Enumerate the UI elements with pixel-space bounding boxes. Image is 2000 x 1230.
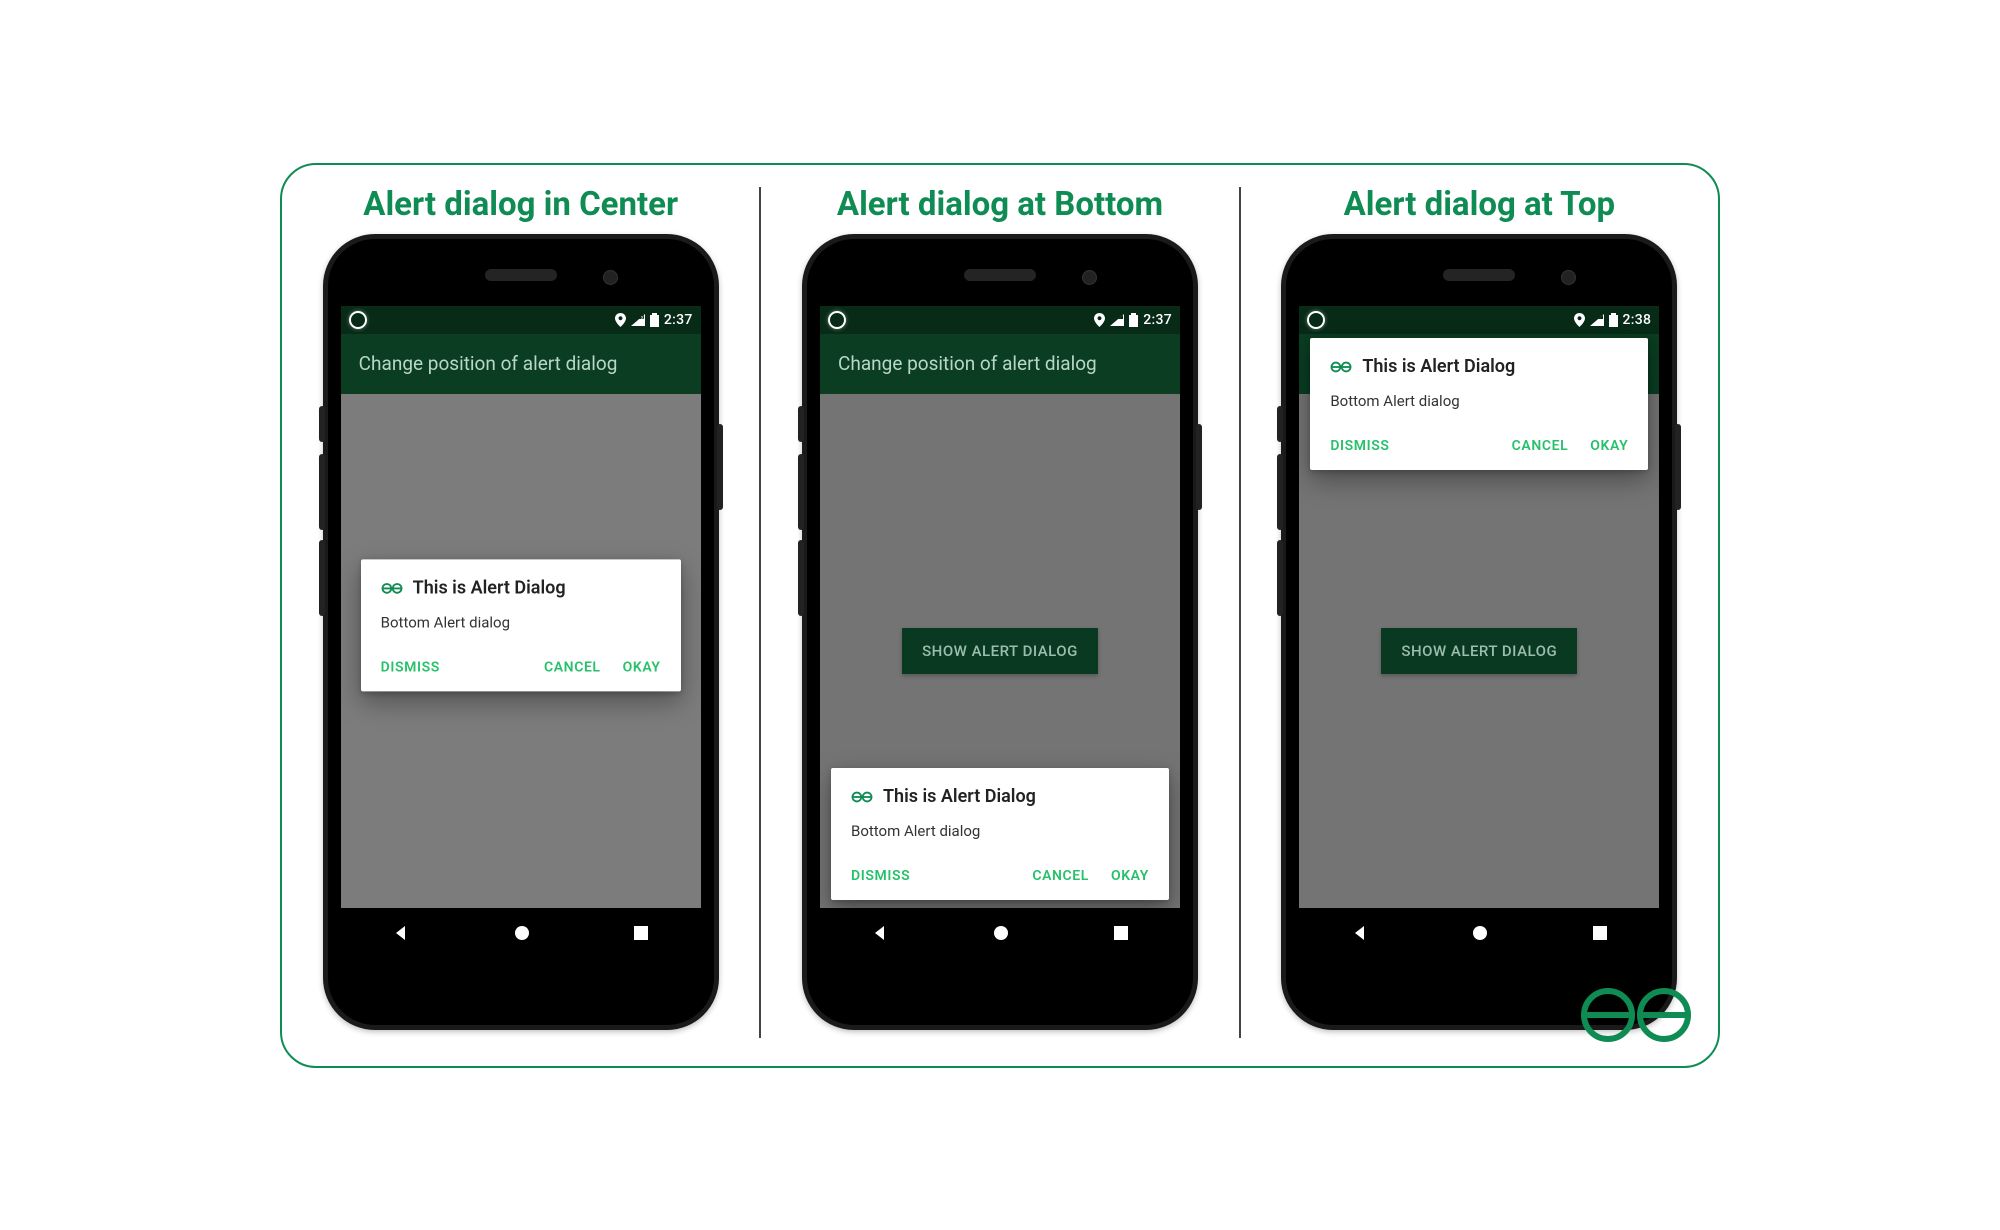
location-icon: [1094, 313, 1105, 327]
nav-home-icon[interactable]: [513, 924, 531, 942]
status-bar: x 2:37: [341, 306, 701, 334]
nav-bar: [341, 908, 701, 958]
heading-bottom: Alert dialog at Bottom: [837, 185, 1163, 224]
nav-back-icon[interactable]: [871, 924, 889, 942]
battery-icon: [650, 313, 659, 327]
nav-home-icon[interactable]: [992, 924, 1010, 942]
screen-bottom: 2:37 Change position of alert dialog SHO…: [820, 306, 1180, 958]
cancel-button[interactable]: CANCEL: [1032, 868, 1089, 884]
okay-button[interactable]: OKAY: [623, 659, 661, 675]
clock-text: 2:37: [1143, 312, 1172, 328]
okay-button[interactable]: OKAY: [1590, 438, 1628, 454]
alert-dialog-bottom: This is Alert Dialog Bottom Alert dialog…: [831, 768, 1169, 900]
column-top: Alert dialog at Top 2:38 C: [1241, 165, 1718, 1066]
phone-center: x 2:37 Change position of alert dialog: [323, 234, 719, 1030]
nav-home-icon[interactable]: [1471, 924, 1489, 942]
actionbar-title: Change position of alert dialog: [359, 352, 618, 375]
dialog-title: This is Alert Dialog: [413, 577, 566, 598]
column-center: Alert dialog in Center x 2:37 Change pos…: [282, 165, 759, 1066]
heading-top: Alert dialog at Top: [1344, 185, 1615, 224]
cancel-button[interactable]: CANCEL: [544, 659, 601, 675]
dialog-title-row: This is Alert Dialog: [381, 577, 661, 599]
dialog-message: Bottom Alert dialog: [1330, 392, 1628, 410]
gg-logo-large-icon: [1576, 980, 1696, 1050]
nav-recent-icon[interactable]: [633, 925, 649, 941]
home-halo-icon: [349, 311, 367, 329]
clock-text: 2:38: [1623, 312, 1652, 328]
battery-icon: [1609, 313, 1618, 327]
signal-icon: [1110, 314, 1124, 326]
signal-icon: [1590, 314, 1604, 326]
dialog-message: Bottom Alert dialog: [381, 613, 661, 631]
dialog-title-row: This is Alert Dialog: [1330, 356, 1628, 378]
cancel-button[interactable]: CANCEL: [1512, 438, 1569, 454]
okay-button[interactable]: OKAY: [1111, 868, 1149, 884]
dialog-title-row: This is Alert Dialog: [851, 786, 1149, 808]
column-bottom: Alert dialog at Bottom 2:37 Change posit…: [761, 165, 1238, 1066]
dialog-title: This is Alert Dialog: [883, 786, 1036, 807]
home-halo-icon: [1307, 311, 1325, 329]
location-icon: [615, 313, 626, 327]
status-bar: 2:37: [820, 306, 1180, 334]
dialog-message: Bottom Alert dialog: [851, 822, 1149, 840]
gg-logo-icon: [1330, 356, 1352, 378]
dismiss-button[interactable]: DISMISS: [851, 868, 910, 884]
nav-bar: [820, 908, 1180, 958]
action-bar: Change position of alert dialog: [820, 334, 1180, 394]
nav-back-icon[interactable]: [1351, 924, 1369, 942]
gg-logo-icon: [381, 577, 403, 599]
battery-icon: [1129, 313, 1138, 327]
actionbar-title: Change position of alert dialog: [838, 352, 1097, 375]
screen-top: 2:38 C SHOW ALERT DIALOG: [1299, 306, 1659, 958]
nav-bar: [1299, 908, 1659, 958]
clock-text: 2:37: [664, 312, 693, 328]
action-bar: Change position of alert dialog: [341, 334, 701, 394]
comparison-panel: Alert dialog in Center x 2:37 Change pos…: [280, 163, 1720, 1068]
dialog-title: This is Alert Dialog: [1362, 356, 1515, 377]
nav-recent-icon[interactable]: [1592, 925, 1608, 941]
dismiss-button[interactable]: DISMISS: [1330, 438, 1389, 454]
alert-dialog-top: This is Alert Dialog Bottom Alert dialog…: [1310, 338, 1648, 470]
status-bar: 2:38: [1299, 306, 1659, 334]
home-halo-icon: [828, 311, 846, 329]
phone-bottom: 2:37 Change position of alert dialog SHO…: [802, 234, 1198, 1030]
screen-center: x 2:37 Change position of alert dialog: [341, 306, 701, 958]
location-icon: [1574, 313, 1585, 327]
signal-icon: x: [631, 314, 645, 326]
nav-back-icon[interactable]: [392, 924, 410, 942]
dismiss-button[interactable]: DISMISS: [381, 659, 440, 675]
alert-dialog-center: This is Alert Dialog Bottom Alert dialog…: [361, 559, 681, 691]
phone-top: 2:38 C SHOW ALERT DIALOG: [1281, 234, 1677, 1030]
nav-recent-icon[interactable]: [1113, 925, 1129, 941]
heading-center: Alert dialog in Center: [363, 185, 678, 224]
gg-logo-icon: [851, 786, 873, 808]
